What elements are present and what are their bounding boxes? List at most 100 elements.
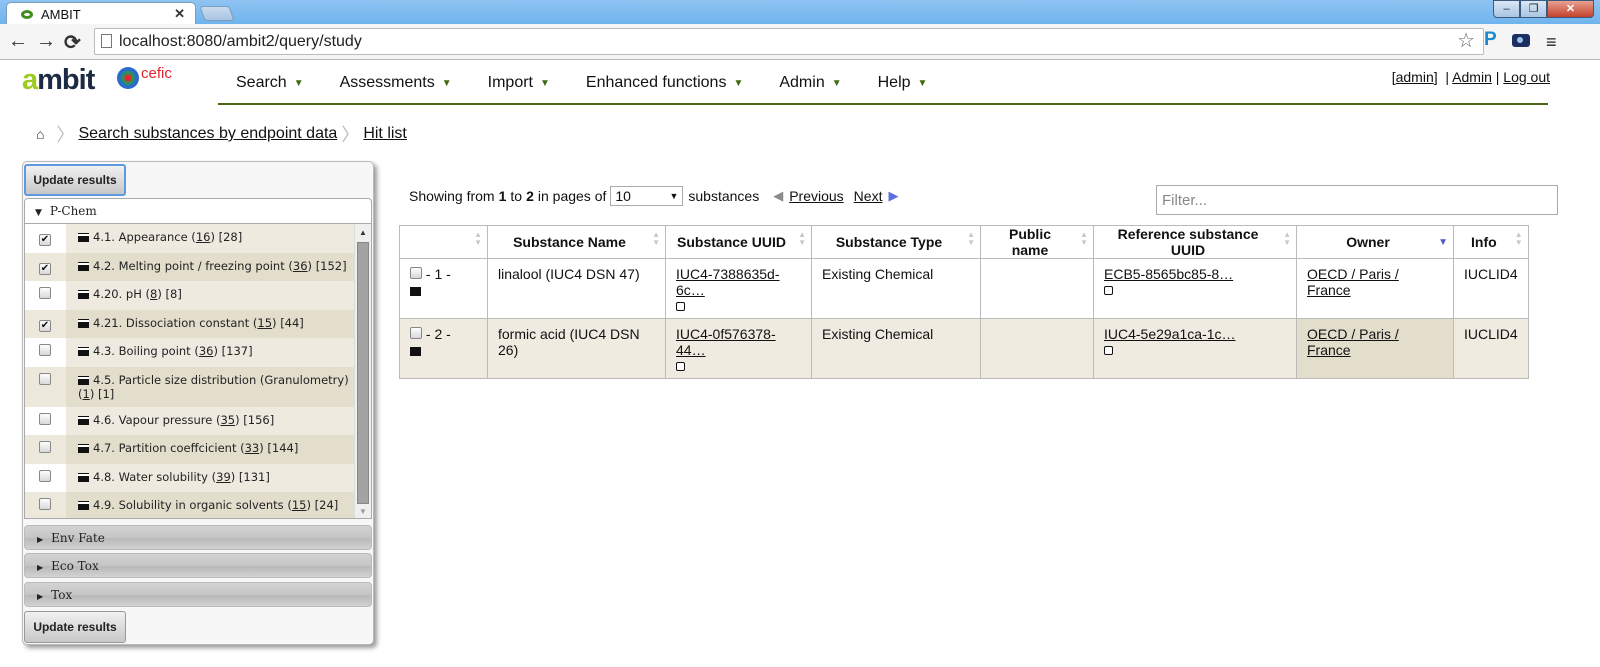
- endpoint-checkbox[interactable]: [39, 412, 51, 425]
- forward-icon[interactable]: →: [36, 30, 56, 53]
- nav-enhanced-functions[interactable]: Enhanced functions ▼: [568, 64, 761, 103]
- endpoint-checkbox[interactable]: [39, 469, 51, 482]
- extension-camera-icon[interactable]: [1512, 34, 1530, 47]
- row-checkbox[interactable]: [410, 327, 422, 339]
- scrollbar-thumb[interactable]: [357, 242, 369, 504]
- close-tab-icon[interactable]: ✕: [174, 6, 185, 22]
- section-header-p-chem[interactable]: ▼ P-Chem: [24, 198, 372, 224]
- column-header-substance-type[interactable]: Substance Type ▲ ▼: [811, 225, 981, 259]
- substance-uuid-link[interactable]: IUC4-7388635d-6c…: [676, 266, 780, 298]
- endpoint-label-cell: 4.7. Partition coeffcicient (33) [144]: [66, 435, 354, 464]
- tab-title: AMBIT: [41, 7, 81, 22]
- column-header-info[interactable]: Info ▲ ▼: [1453, 225, 1529, 259]
- column-header-reference-uuid[interactable]: Reference substance UUID ▲ ▼: [1093, 225, 1297, 259]
- section-header-eco-tox[interactable]: ▶ Eco Tox: [24, 553, 372, 578]
- browser-menu-icon[interactable]: ≡: [1546, 32, 1557, 53]
- restore-button[interactable]: ❐: [1520, 0, 1547, 18]
- endpoint-count-link[interactable]: 33: [245, 441, 260, 455]
- substance-uuid-link[interactable]: IUC4-0f576378-44…: [676, 326, 776, 358]
- endpoint-count-link[interactable]: 15: [292, 498, 307, 512]
- next-arrow-icon[interactable]: ▶: [888, 188, 898, 204]
- owner-link[interactable]: OECD / Paris / France: [1307, 266, 1399, 298]
- next-link[interactable]: Next: [854, 188, 883, 204]
- endpoint-count-link[interactable]: 35: [220, 413, 235, 427]
- sort-icon: ▲ ▼: [1283, 230, 1291, 247]
- column-header-select[interactable]: ▲ ▼: [399, 225, 488, 259]
- copy-icon[interactable]: [1101, 283, 1113, 295]
- update-results-button-bottom[interactable]: Update results: [24, 611, 126, 643]
- table-row: - 1 - linalool (IUC4 DSN 47) IUC4-738863…: [399, 258, 1529, 319]
- results-table: ▲ ▼ Substance Name ▲ ▼ Substance UUID ▲ ▼ Sub…: [399, 225, 1529, 379]
- browser-tab[interactable]: AMBIT ✕: [6, 2, 196, 26]
- nav-help[interactable]: Help ▼: [860, 64, 946, 103]
- breadcrumb-hit-list[interactable]: Hit list: [363, 125, 407, 143]
- copy-icon[interactable]: [673, 299, 685, 311]
- endpoint-count-link[interactable]: 39: [216, 470, 231, 484]
- endpoint-count-link[interactable]: 36: [199, 344, 214, 358]
- owner-link[interactable]: OECD / Paris / France: [1307, 326, 1399, 358]
- nav-assessments[interactable]: Assessments ▼: [322, 64, 470, 103]
- endpoint-name: 4.2. Melting point / freezing point: [93, 258, 285, 273]
- header-label: Reference substance UUID: [1117, 226, 1259, 258]
- filter-input[interactable]: [1156, 185, 1558, 215]
- reference-uuid-link[interactable]: ECB5-8565bc85-8…: [1104, 266, 1233, 282]
- reload-icon[interactable]: ⟳: [64, 30, 81, 55]
- breadcrumb-search-substances[interactable]: Search substances by endpoint data: [78, 125, 337, 143]
- range-from: 1: [498, 188, 507, 204]
- previous-arrow-icon[interactable]: ◀: [773, 188, 783, 204]
- back-icon[interactable]: ←: [8, 30, 28, 53]
- endpoint-checkbox[interactable]: ✔: [39, 234, 51, 246]
- endpoint-count-link[interactable]: 1: [83, 387, 90, 401]
- copy-icon[interactable]: [1101, 343, 1113, 355]
- ambit-logo[interactable]: ambit cefic: [22, 64, 172, 97]
- bookmark-star-icon[interactable]: ☆: [1457, 29, 1475, 54]
- endpoint-count-link[interactable]: 16: [196, 230, 211, 244]
- endpoint-checkbox-cell: [25, 463, 66, 492]
- endpoint-checkbox[interactable]: ✔: [39, 262, 51, 275]
- row-checkbox[interactable]: [410, 267, 422, 279]
- extension-p-icon[interactable]: P: [1484, 29, 1497, 51]
- folder-icon[interactable]: [410, 288, 421, 296]
- scroll-up-arrow-icon[interactable]: ▲: [359, 228, 367, 237]
- nav-search[interactable]: Search ▼: [218, 64, 322, 103]
- copy-icon[interactable]: [673, 359, 685, 371]
- endpoint-list-scrollbar[interactable]: ▲ ▼: [354, 224, 371, 518]
- update-results-button-top[interactable]: Update results: [24, 164, 126, 196]
- section-header-tox[interactable]: ▶ Tox: [24, 582, 372, 607]
- reference-uuid-link[interactable]: IUC4-5e29a1ca-1c…: [1104, 326, 1236, 342]
- admin-link[interactable]: Admin: [1452, 69, 1492, 85]
- minimize-button[interactable]: –: [1493, 0, 1520, 18]
- endpoint-count-link[interactable]: 8: [150, 287, 157, 301]
- endpoint-count-link[interactable]: 36: [293, 259, 308, 273]
- scroll-down-arrow-icon[interactable]: ▼: [359, 507, 367, 516]
- endpoint-count-link[interactable]: 15: [257, 316, 272, 330]
- close-window-button[interactable]: ✕: [1547, 0, 1594, 18]
- endpoint-checkbox[interactable]: [39, 287, 51, 299]
- endpoint-checkbox[interactable]: [39, 498, 51, 510]
- folder-icon: [78, 473, 89, 482]
- column-header-substance-name[interactable]: Substance Name ▲ ▼: [487, 225, 666, 259]
- column-header-owner[interactable]: Owner ▼: [1296, 225, 1454, 259]
- new-tab-button[interactable]: [199, 6, 235, 21]
- section-header-env-fate[interactable]: ▶ Env Fate: [24, 525, 372, 550]
- previous-link[interactable]: Previous: [789, 188, 843, 204]
- endpoint-checkbox[interactable]: [39, 344, 51, 356]
- address-bar[interactable]: localhost:8080/ambit2/query/study ☆: [94, 28, 1484, 55]
- page-icon: [101, 34, 112, 48]
- pages-of-label: in pages of: [537, 188, 607, 204]
- expand-down-icon: ▼: [35, 208, 42, 218]
- endpoint-checkbox[interactable]: [39, 372, 51, 385]
- username-link[interactable]: admin: [1396, 69, 1434, 85]
- folder-icon[interactable]: [410, 348, 421, 356]
- endpoint-checkbox[interactable]: [39, 441, 51, 453]
- home-icon[interactable]: ⌂: [36, 126, 44, 142]
- column-header-public-name[interactable]: Public name ▲ ▼: [980, 225, 1094, 259]
- page-size-select[interactable]: 10 ▼: [610, 186, 684, 206]
- column-header-substance-uuid[interactable]: Substance UUID ▲ ▼: [665, 225, 812, 259]
- sort-desc-icon: ▼: [1438, 237, 1448, 248]
- endpoint-checkbox[interactable]: ✔: [39, 319, 51, 332]
- endpoint-total: [28]: [218, 230, 243, 244]
- logout-link[interactable]: Log out: [1503, 69, 1550, 85]
- nav-import[interactable]: Import ▼: [470, 64, 568, 103]
- nav-admin[interactable]: Admin ▼: [761, 64, 859, 103]
